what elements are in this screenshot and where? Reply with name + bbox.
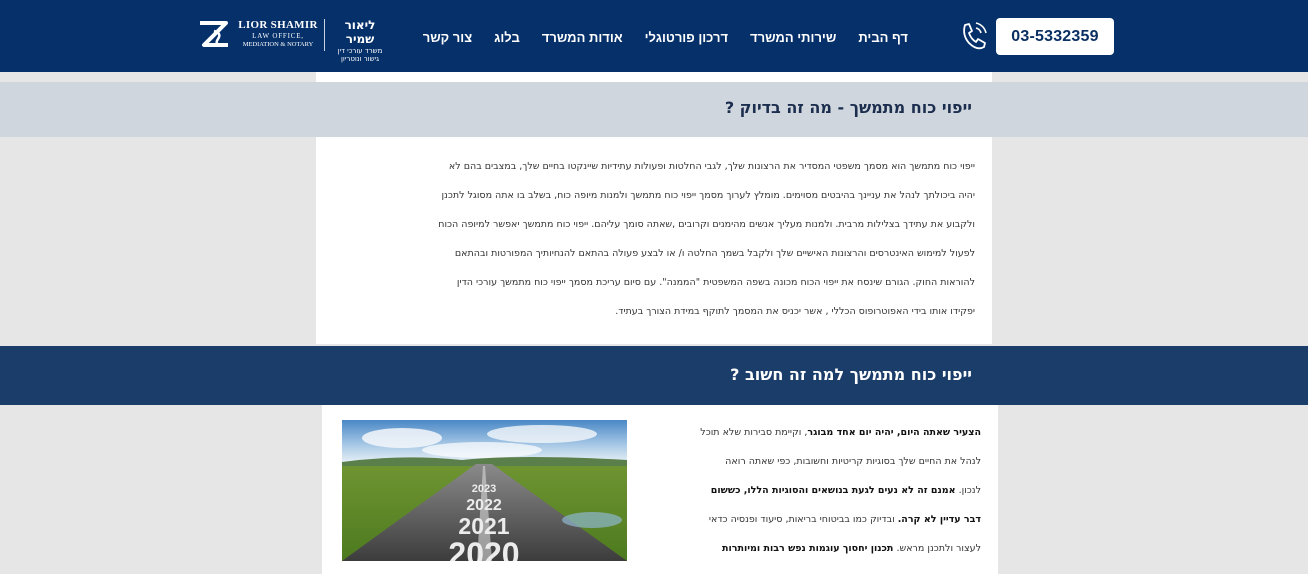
logo-line3-en: MEDIATION & NOTARY — [242, 41, 314, 48]
section2-line: דבר עדיין לא קרה. ובדיוק כמו בביטוחי ברי… — [708, 514, 981, 525]
section1-title-band — [0, 82, 1308, 137]
section2-title-band — [0, 346, 1308, 405]
section1-line: ולקבוע את עתידך בצלילות מרבית. ולמנות מע… — [438, 219, 975, 230]
content-top-strip — [316, 72, 992, 82]
site-header: LIOR SHAMIR LAW OFFICE, MEDIATION & NOTA… — [0, 0, 1308, 72]
section1-line: יפקידו אותו בידי האפוטרופוס הכללי , אשר … — [615, 306, 975, 317]
logo-hebrew: ליאור שמיר משרד עורכי דין גישור ונוטריון — [330, 18, 390, 63]
logo-line2-en: LAW OFFICE, — [252, 32, 304, 40]
section2-text: הצעיר שאתה היום, יהיה יום אחד מבוגר, וקי… — [654, 418, 981, 563]
nav-about[interactable]: אודות המשרד — [542, 28, 623, 48]
year-label: 2020 — [448, 536, 519, 561]
road-years-image: 2023 2022 2021 2020 — [342, 420, 627, 561]
section1-line: יהיה ביכולתך לנהל את עניינך בהיבטים מסוי… — [441, 190, 975, 201]
section1-line: להוראות החוק. הגורם שינסח את ייפוי הכוח … — [456, 277, 975, 288]
section2-line: לעצור ולתכנן מראש. תכנון יחסוך עוגמות נפ… — [722, 543, 981, 554]
section1-title: ייפוי כוח מתמשך - מה זה בדיוק ? — [724, 98, 972, 117]
section1-line: ייפוי כוח מתמשך הוא מסמך משפטי המסדיר את… — [448, 161, 975, 172]
main-nav: דף הבית שירותי המשרד דרכון פורטוגלי אודו… — [423, 28, 908, 48]
nav-blog[interactable]: בלוג — [494, 28, 520, 48]
logo-name-en: LIOR SHAMIR — [238, 19, 318, 31]
logo[interactable]: LIOR SHAMIR LAW OFFICE, MEDIATION & NOTA… — [196, 17, 392, 63]
logo-line2-he: משרד עורכי דין — [337, 47, 383, 55]
phone-button[interactable]: 03-5332359 — [996, 18, 1114, 55]
section2-title: ייפוי כוח מתמשך למה זה חשוב ? — [730, 365, 972, 384]
nav-services[interactable]: שירותי המשרד — [750, 28, 836, 48]
section1-text: ייפוי כוח מתמשך הוא מסמך משפטי המסדיר את… — [335, 152, 975, 326]
section2-line: לנכון. אמנם זה לא נעים לגעת בנושאים והסו… — [710, 485, 981, 496]
nav-home[interactable]: דף הבית — [858, 28, 908, 48]
year-label: 2022 — [466, 497, 502, 514]
section2-line: הצעיר שאתה היום, יהיה יום אחד מבוגר, וקי… — [700, 427, 981, 438]
logo-mark-icon — [200, 21, 228, 47]
nav-portuguese-passport[interactable]: דרכון פורטוגלי — [645, 28, 728, 48]
logo-line3-he: גישור ונוטריון — [341, 55, 379, 63]
phone-icon[interactable] — [957, 19, 989, 53]
road-illustration: 2023 2022 2021 2020 — [342, 420, 627, 561]
nav-contact[interactable]: צור קשר — [423, 28, 472, 48]
section1-line: לפעול למימוש האינטרסים והרצונות האישיים … — [454, 248, 975, 259]
logo-name-he: ליאור שמיר — [344, 18, 376, 46]
logo-divider — [324, 19, 325, 51]
year-label: 2023 — [472, 483, 496, 495]
section2-line: לנהל את החיים שלך בסוגיות קריטיות וחשובו… — [725, 456, 981, 467]
logo-english: LIOR SHAMIR LAW OFFICE, MEDIATION & NOTA… — [236, 19, 320, 48]
